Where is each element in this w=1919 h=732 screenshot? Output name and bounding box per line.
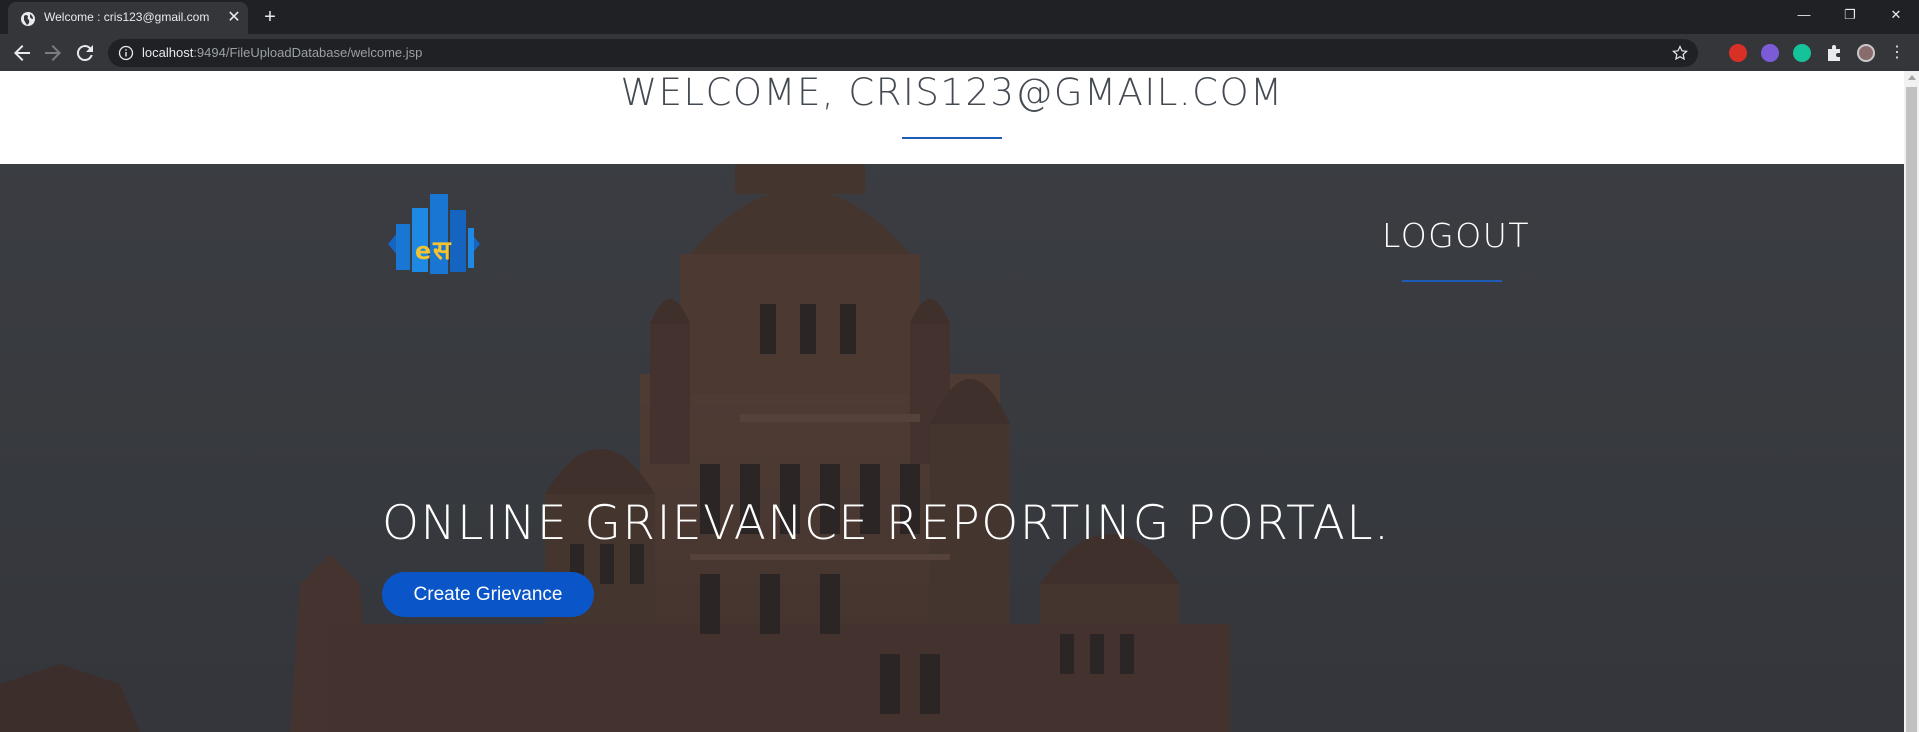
address-bar[interactable]: localhost:9494/FileUploadDatabase/welcom… <box>108 39 1698 67</box>
page-scrollbar[interactable] <box>1904 71 1919 732</box>
new-tab-button[interactable]: + <box>260 7 280 27</box>
hero-title: ONLINE GRIEVANCE REPORTING PORTAL. <box>382 496 1391 551</box>
svg-text:स: स <box>432 236 452 266</box>
globe-icon <box>21 12 35 26</box>
welcome-section: WELCOME, CRIS123@GMAIL.COM <box>0 71 1904 164</box>
welcome-heading: WELCOME, CRIS123@GMAIL.COM <box>620 71 1284 114</box>
reload-icon[interactable] <box>73 41 97 65</box>
bookmark-star-icon[interactable] <box>1672 45 1688 61</box>
browser-tab-bar: Welcome : cris123@gmail.com ✕ + — ❐ ✕ <box>0 0 1919 34</box>
url-text: localhost:9494/FileUploadDatabase/welcom… <box>142 45 422 60</box>
kebab-menu-icon[interactable]: ⋮ <box>1889 44 1905 62</box>
welcome-underline <box>902 137 1002 139</box>
color-extension-icon[interactable] <box>1761 44 1779 62</box>
browser-tab[interactable]: Welcome : cris123@gmail.com ✕ <box>8 2 248 34</box>
create-grievance-button[interactable]: Create Grievance <box>382 572 594 617</box>
profile-avatar[interactable] <box>1857 44 1875 62</box>
hero-section: e स LOGOUT ONLINE GRIEVANCE REPORTING PO… <box>0 164 1904 732</box>
scroll-up-arrow-icon[interactable] <box>1908 75 1916 80</box>
browser-toolbar: localhost:9494/FileUploadDatabase/welcom… <box>0 34 1919 71</box>
close-window-icon[interactable]: ✕ <box>1873 0 1919 30</box>
grammarly-extension-icon[interactable] <box>1793 44 1811 62</box>
logout-link[interactable]: LOGOUT <box>1382 216 1530 255</box>
forward-arrow-icon[interactable] <box>41 41 65 65</box>
info-icon[interactable] <box>118 45 134 61</box>
page-viewport: WELCOME, CRIS123@GMAIL.COM e स LOGOUT ON… <box>0 71 1904 732</box>
tab-title: Welcome : cris123@gmail.com <box>44 10 210 24</box>
hero-overlay <box>0 164 1904 732</box>
back-arrow-icon[interactable] <box>10 41 34 65</box>
minimize-icon[interactable]: — <box>1781 0 1827 30</box>
restore-icon[interactable]: ❐ <box>1827 0 1873 30</box>
adblock-extension-icon[interactable] <box>1729 44 1747 62</box>
svg-text:e: e <box>415 237 431 265</box>
close-tab-icon[interactable]: ✕ <box>226 10 242 26</box>
extensions-puzzle-icon[interactable] <box>1825 44 1843 62</box>
logout-underline <box>1402 280 1502 282</box>
url-host: localhost <box>142 45 194 60</box>
scrollbar-thumb[interactable] <box>1906 87 1917 732</box>
site-logo[interactable]: e स <box>388 194 480 276</box>
url-path: :9494/FileUploadDatabase/welcome.jsp <box>193 45 423 60</box>
